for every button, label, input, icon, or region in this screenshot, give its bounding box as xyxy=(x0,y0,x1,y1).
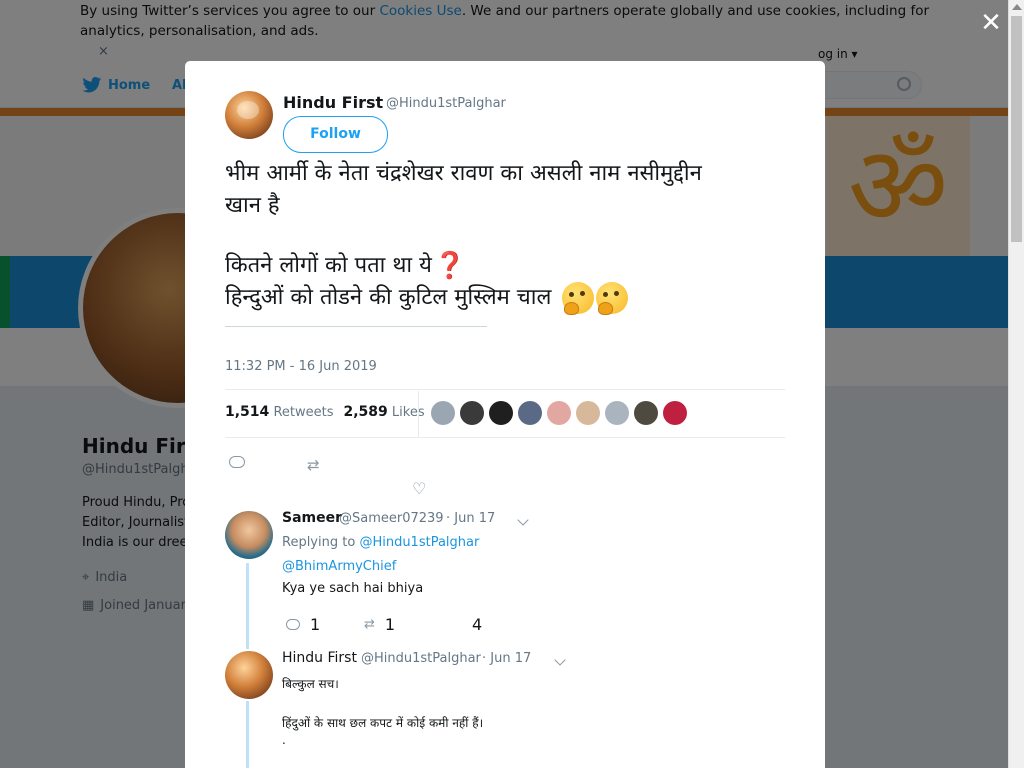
chevron-down-icon[interactable] xyxy=(517,514,529,526)
reply-retweet-action[interactable]: ⇄ 1 xyxy=(364,615,395,634)
thinking-face-icon xyxy=(596,282,629,315)
scroll-up-arrow-icon[interactable] xyxy=(1012,4,1022,10)
page-scrollbar[interactable] xyxy=(1008,0,1024,768)
tweet-author-avatar[interactable] xyxy=(225,91,273,139)
chevron-down-icon[interactable] xyxy=(554,654,566,666)
reply-thread-line xyxy=(246,701,249,768)
retweet-icon[interactable]: ⇄ xyxy=(307,456,320,474)
liker-avatar[interactable] xyxy=(431,401,455,425)
reply-icon[interactable] xyxy=(229,456,245,468)
liker-avatar[interactable] xyxy=(518,401,542,425)
reply-author-handle[interactable]: @Sameer07239 xyxy=(339,511,444,526)
liker-avatar[interactable] xyxy=(576,401,600,425)
reply-author-name[interactable]: Hindu First xyxy=(282,650,357,666)
reply-icon xyxy=(286,619,300,630)
reply-time[interactable]: · Jun 17 xyxy=(482,651,531,666)
liker-avatar[interactable] xyxy=(460,401,484,425)
close-modal-button[interactable]: ✕ xyxy=(978,10,1004,36)
reply-text: . xyxy=(282,733,286,747)
thinking-face-icon xyxy=(562,282,595,315)
reply-text: हिंदुओं के साथ छल कपट में कोई कमी नहीं ह… xyxy=(282,716,484,730)
retweets-stat[interactable]: 1,514 Retweets xyxy=(225,404,333,420)
tweet-text: भीम आर्मी के नेता चंद्रशेखर रावण का असली… xyxy=(225,158,795,315)
reply-like-action[interactable]: 4 xyxy=(472,615,482,634)
tweet-timestamp[interactable]: 11:32 PM - 16 Jun 2019 xyxy=(225,359,377,374)
likes-stat[interactable]: 2,589 Likes xyxy=(343,404,424,420)
reply-author-handle[interactable]: @Hindu1stPalghar xyxy=(361,651,481,666)
reply-thread-line xyxy=(246,563,249,649)
tweet-author-handle[interactable]: @Hindu1stPalghar xyxy=(386,96,506,111)
like-heart-icon[interactable]: ♡ xyxy=(412,479,426,498)
tweet-author-name[interactable]: Hindu First xyxy=(283,93,383,112)
liker-avatar[interactable] xyxy=(663,401,687,425)
retweet-icon: ⇄ xyxy=(364,617,375,632)
scrollbar-thumb[interactable] xyxy=(1011,16,1022,242)
reply-text: Kya ye sach hai bhiya xyxy=(282,581,424,596)
likers-avatars xyxy=(431,401,687,425)
liker-avatar[interactable] xyxy=(489,401,513,425)
reply-avatar[interactable] xyxy=(225,651,273,699)
liker-avatar[interactable] xyxy=(547,401,571,425)
liker-avatar[interactable] xyxy=(605,401,629,425)
replying-to: Replying to @Hindu1stPalghar xyxy=(282,535,480,550)
replying-to-link[interactable]: @Hindu1stPalghar xyxy=(359,535,479,550)
tweet-stats: 1,514 Retweets 2,589 Likes xyxy=(225,404,425,420)
reply-time[interactable]: · Jun 17 xyxy=(446,511,495,526)
follow-button[interactable]: Follow xyxy=(283,116,388,153)
reply-avatar[interactable] xyxy=(225,511,273,559)
reply-text: बिल्कुल सच। xyxy=(282,677,339,691)
liker-avatar[interactable] xyxy=(634,401,658,425)
question-mark-icon: ❓ xyxy=(433,251,467,281)
reply-reply-action[interactable]: 1 xyxy=(286,615,320,634)
reply-author-name[interactable]: Sameer xyxy=(282,510,342,526)
mention-link[interactable]: @BhimArmyChief xyxy=(282,559,396,574)
tweet-modal: Hindu First @Hindu1stPalghar Follow भीम … xyxy=(185,61,825,768)
